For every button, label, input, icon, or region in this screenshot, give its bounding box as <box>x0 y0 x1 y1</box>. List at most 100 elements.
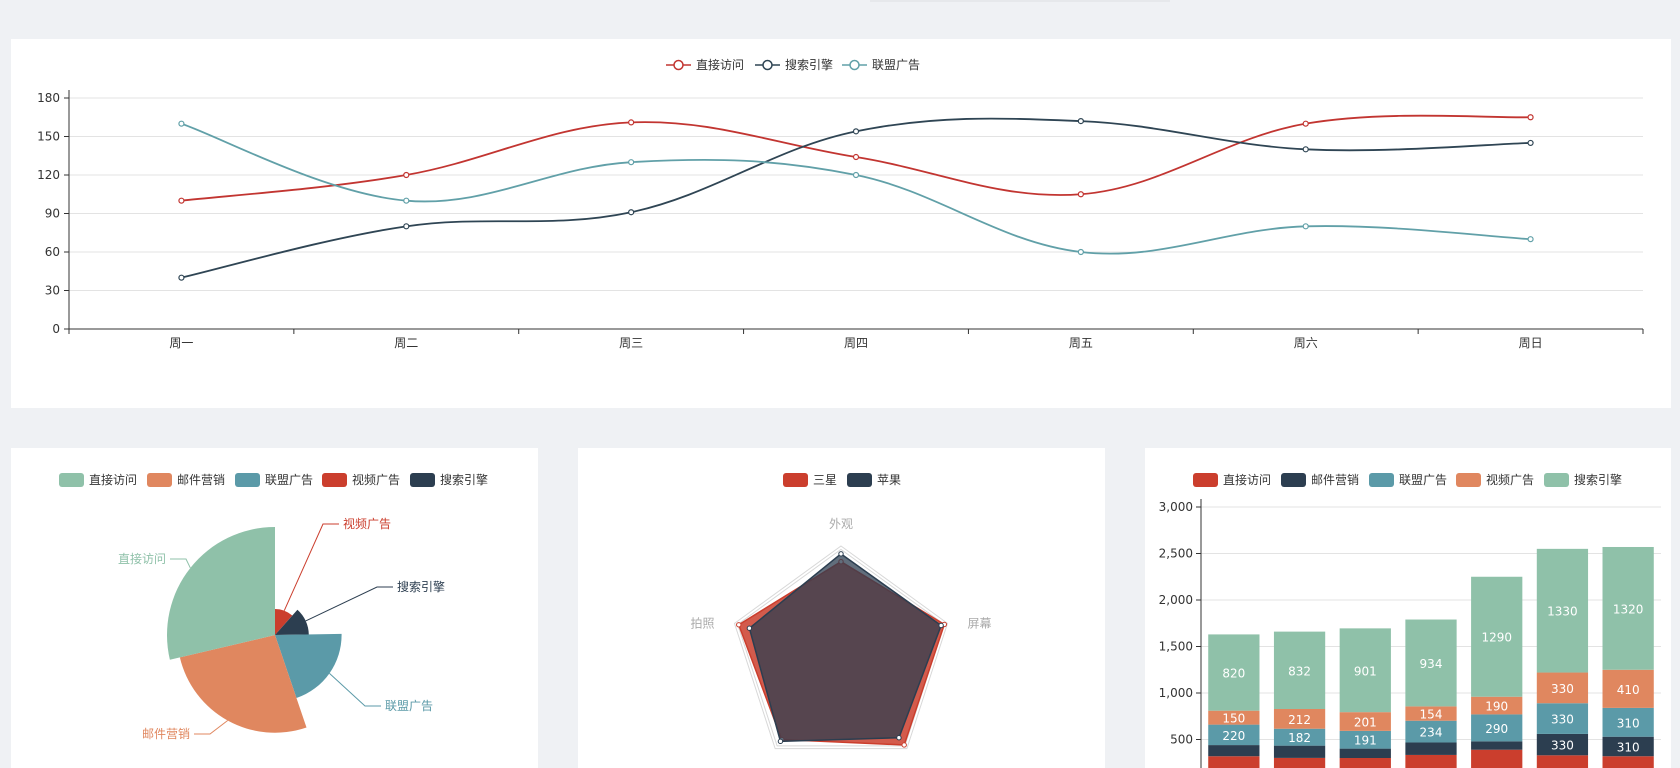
legend-item-2: 联盟广告 <box>235 473 313 487</box>
bar-value-label: 310 <box>1617 716 1640 730</box>
radar-point <box>746 625 753 631</box>
radar-point <box>896 735 902 741</box>
top-divider <box>870 0 1170 2</box>
bar-segment <box>1471 741 1523 750</box>
legend-item-3: 视频广告 <box>322 472 400 487</box>
bar-value-label: 410 <box>1617 683 1640 697</box>
radar-point <box>777 738 784 745</box>
legend-label: 苹果 <box>877 473 901 487</box>
legend-item-4: 搜索引擎 <box>410 472 488 487</box>
bar-value-label: 330 <box>1551 739 1574 753</box>
y-tick-label: 1,500 <box>1159 640 1193 654</box>
data-point <box>628 159 635 166</box>
bar-value-label: 901 <box>1354 664 1377 678</box>
legend-item-0: 直接访问 <box>666 57 744 72</box>
data-point <box>178 274 185 281</box>
legend-item-1: 邮件营销 <box>1281 473 1359 487</box>
data-point <box>403 197 410 204</box>
radar-point <box>736 622 742 628</box>
radar-chart-panel: 三星 苹果 外观 屏幕 拍照 <box>578 448 1105 768</box>
bar-value-label: 154 <box>1420 708 1443 722</box>
x-tick-label: 周四 <box>844 336 868 350</box>
slice-label: 邮件营销 <box>142 727 190 741</box>
label-leader <box>283 523 339 611</box>
data-point <box>1077 117 1084 125</box>
stacked-bar-chart: 直接访问 邮件营销 联盟广告 视频广告 搜索引擎 500 1,000 1,500 2,000 2,… <box>1159 472 1661 768</box>
data-point <box>178 197 185 204</box>
slice-label: 搜索引擎 <box>397 579 445 594</box>
bar-value-label: 182 <box>1288 731 1311 745</box>
bar-value-label: 212 <box>1288 713 1311 727</box>
label-leader <box>329 672 381 707</box>
y-tick-label: 1,000 <box>1159 686 1193 700</box>
bar-segment <box>1405 754 1457 768</box>
bar-segment <box>1339 748 1391 759</box>
legend-item-4: 搜索引擎 <box>1544 472 1622 487</box>
bar-value-label: 220 <box>1222 729 1245 743</box>
bar-segment <box>1208 756 1260 768</box>
legend-marker <box>673 59 684 71</box>
data-point <box>852 128 860 135</box>
legend-swatch <box>1281 473 1306 487</box>
legend-label: 直接访问 <box>89 472 137 487</box>
y-tick-label: 150 <box>37 130 60 144</box>
legend-label: 直接访问 <box>696 57 744 72</box>
data-point <box>852 153 860 161</box>
legend-item-0: 直接访问 <box>1193 472 1271 487</box>
label-leader <box>194 720 228 735</box>
legend-item-1: 邮件营销 <box>147 473 225 487</box>
data-point <box>1302 223 1309 230</box>
data-point <box>852 171 860 179</box>
data-point <box>1527 114 1534 121</box>
legend-swatch <box>1544 473 1569 487</box>
y-tick-label: 90 <box>45 207 60 221</box>
indicator-label: 拍照 <box>690 615 714 630</box>
bar-value-label: 934 <box>1420 657 1443 671</box>
slice-label: 联盟广告 <box>385 699 433 713</box>
legend-swatch <box>1369 473 1394 487</box>
radar-point <box>838 551 844 557</box>
legend-label: 联盟广告 <box>872 58 920 72</box>
legend-label: 搜索引擎 <box>1574 472 1622 487</box>
legend-label: 联盟广告 <box>1399 473 1447 487</box>
legend-label: 邮件营销 <box>177 473 225 487</box>
y-tick-label: 500 <box>1170 733 1193 747</box>
legend-item-3: 视频广告 <box>1456 472 1534 487</box>
bar-chart-panel: 直接访问 邮件营销 联盟广告 视频广告 搜索引擎 500 1,000 1,500 2,000 2,… <box>1145 448 1671 768</box>
bar-segment <box>1405 742 1457 755</box>
indicator-label: 外观 <box>829 517 853 531</box>
legend-item-0: 三星 <box>783 473 837 487</box>
bar-value-label: 190 <box>1485 700 1508 714</box>
legend-label: 视频广告 <box>1486 472 1534 487</box>
legend-marker <box>762 59 773 71</box>
bar-value-label: 832 <box>1288 664 1311 678</box>
x-tick-label: 周五 <box>1069 336 1093 350</box>
data-point <box>403 223 410 230</box>
data-point <box>1077 248 1084 256</box>
radar-chart: 三星 苹果外观屏幕 拍照 <box>690 473 992 750</box>
x-tick-label: 周三 <box>619 336 643 350</box>
bar-segment <box>1273 745 1326 758</box>
legend-label: 三星 <box>813 473 837 487</box>
y-tick-label: 0 <box>52 322 60 336</box>
data-point <box>1302 120 1309 127</box>
legend-item-0: 直接访问 <box>59 472 137 487</box>
x-tick-label: 周六 <box>1294 336 1318 350</box>
pie-chart-panel: 直接访问 邮件营销 联盟广告 视频广告 搜索引擎 视频广告 搜索引擎 联盟广告 邮件营销 直接访问 <box>11 448 538 768</box>
bar-value-label: 1330 <box>1547 605 1578 619</box>
legend-swatch <box>322 473 347 487</box>
legend-swatch <box>1193 473 1218 487</box>
bar-segment <box>1208 745 1260 757</box>
x-tick-label: 周日 <box>1519 336 1543 350</box>
bar-value-label: 820 <box>1222 667 1245 681</box>
bar-segment <box>1273 757 1326 768</box>
legend-swatch <box>410 473 435 487</box>
data-point <box>628 209 635 216</box>
data-point <box>403 171 410 179</box>
y-tick-label: 2,500 <box>1159 547 1193 561</box>
data-point <box>628 119 635 126</box>
slice-label: 直接访问 <box>118 551 166 566</box>
x-tick-label: 周二 <box>394 336 418 350</box>
bar-value-label: 310 <box>1617 740 1640 754</box>
legend-swatch <box>783 473 808 487</box>
